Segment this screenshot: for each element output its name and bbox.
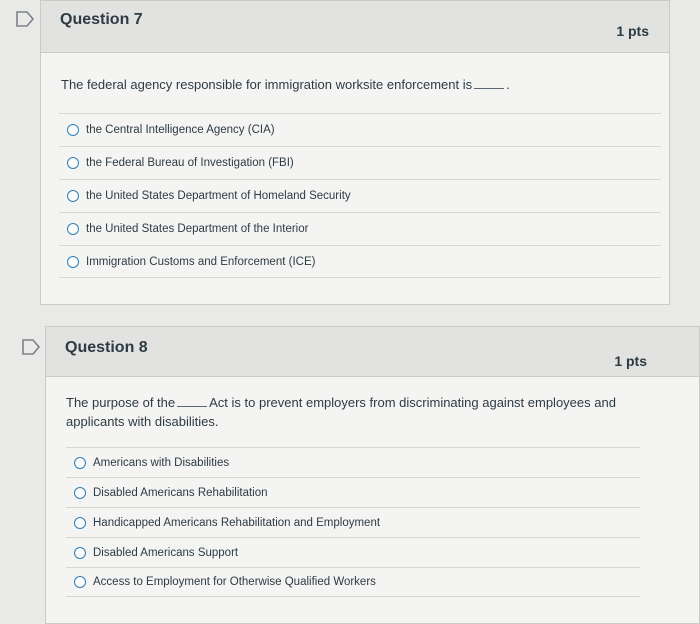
answer-label: Disabled Americans Support [93, 546, 239, 559]
answer-option[interactable]: the Federal Bureau of Investigation (FBI… [59, 146, 661, 179]
answer-label: Americans with Disabilities [93, 456, 230, 469]
question-text-before: The purpose of the [66, 395, 176, 410]
radio-button[interactable] [67, 124, 79, 136]
radio-button[interactable] [74, 486, 86, 499]
answer-label: the Central Intelligence Agency (CIA) [86, 124, 275, 136]
radio-button[interactable] [67, 157, 79, 169]
flag-question-icon[interactable] [14, 10, 36, 28]
question-text: The federal agency responsible for immig… [61, 75, 651, 94]
question-title: Question 7 [60, 11, 143, 28]
answer-option[interactable]: Disabled Americans Rehabilitation [66, 477, 640, 507]
radio-button[interactable] [74, 576, 86, 588]
answer-blank [177, 406, 208, 407]
question-header: Question 7 1 pts [41, 1, 669, 53]
answer-option[interactable]: Access to Employment for Otherwise Quali… [66, 567, 640, 597]
answer-option[interactable]: Disabled Americans Support [66, 537, 640, 567]
quiz-page: Question 7 1 pts The federal agency resp… [0, 0, 700, 624]
answer-option[interactable]: the Central Intelligence Agency (CIA) [59, 113, 661, 146]
radio-button[interactable] [74, 516, 86, 529]
answer-label: Disabled Americans Rehabilitation [93, 486, 268, 499]
question-text-after: . [506, 77, 510, 92]
answer-list: Americans with Disabilities Disabled Ame… [66, 447, 640, 597]
radio-button[interactable] [74, 546, 86, 559]
answer-label: the Federal Bureau of Investigation (FBI… [86, 157, 294, 169]
question-card-8: Question 8 1 pts The purpose of the Act i… [45, 326, 700, 624]
answer-label: Immigration Customs and Enforcement (ICE… [86, 255, 316, 268]
question-text-before: The federal agency responsible for immig… [61, 77, 473, 92]
question-points: 1 pts [614, 353, 647, 369]
question-card-7: Question 7 1 pts The federal agency resp… [40, 0, 670, 305]
question-title: Question 8 [65, 339, 148, 356]
answer-label: Handicapped Americans Rehabilitation and… [93, 516, 381, 529]
radio-button[interactable] [67, 223, 79, 235]
radio-button[interactable] [67, 190, 79, 202]
answer-label: the United States Department of Homeland… [86, 190, 351, 202]
answer-option[interactable]: the United States Department of Homeland… [59, 179, 661, 212]
answer-label: the United States Department of the Inte… [86, 223, 309, 235]
answer-label: Access to Employment for Otherwise Quali… [93, 576, 376, 588]
radio-button[interactable] [74, 456, 86, 469]
answer-option[interactable]: the United States Department of the Inte… [59, 212, 661, 245]
question-points: 1 pts [616, 23, 649, 39]
question-text: The purpose of the Act is to prevent empl… [66, 393, 636, 431]
answer-option[interactable]: Americans with Disabilities [66, 447, 640, 477]
answer-list: the Central Intelligence Agency (CIA) th… [59, 113, 661, 278]
answer-blank [474, 88, 505, 89]
radio-button[interactable] [67, 255, 79, 268]
flag-question-icon[interactable] [20, 338, 42, 356]
question-header: Question 8 1 pts [46, 327, 699, 377]
answer-option[interactable]: Handicapped Americans Rehabilitation and… [66, 507, 640, 537]
answer-option[interactable]: Immigration Customs and Enforcement (ICE… [59, 245, 661, 278]
